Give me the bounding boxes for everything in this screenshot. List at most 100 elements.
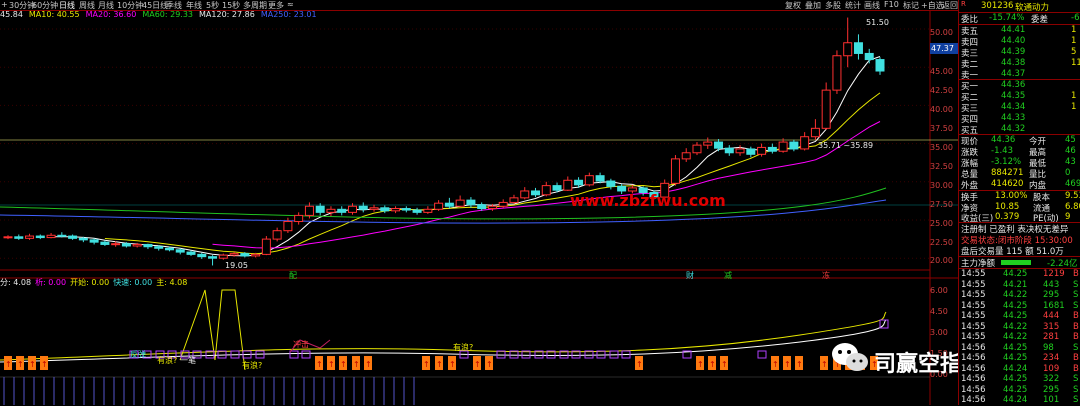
bid-price: 44.34	[1001, 102, 1026, 112]
tick-volume: 234	[1043, 353, 1060, 363]
price-flag-label: 47.37	[931, 44, 954, 53]
tick-time: 14:56	[961, 395, 986, 405]
quote-row: 换手13.00%股本9.53	[959, 191, 1080, 203]
signal-box	[217, 350, 227, 359]
signal-box	[596, 350, 606, 359]
signal-box	[289, 350, 299, 359]
up-arrow-icon: ↑	[821, 360, 828, 369]
candle-body	[692, 144, 702, 154]
quote-row: 卖五 44.41 1	[959, 25, 1080, 37]
candle-body	[143, 243, 153, 248]
candle-body	[132, 243, 142, 247]
r-badge: R	[961, 0, 966, 8]
candle-body	[14, 236, 24, 239]
candle-body	[111, 243, 121, 246]
candle-body	[595, 175, 605, 182]
stat-value: 10.85	[995, 201, 1020, 212]
ask-volume: 1	[1071, 25, 1077, 35]
stock-code[interactable]: 301236	[981, 1, 1013, 11]
up-arrow-icon: ↑	[697, 360, 704, 369]
candle-body	[46, 234, 56, 239]
up-arrow-icon: ↑	[365, 360, 372, 369]
candle-body	[229, 253, 239, 256]
candles	[3, 17, 885, 266]
tick-direction: B	[1073, 332, 1079, 342]
axis-label: 42.50	[930, 86, 953, 95]
tick-volume: 101	[1043, 395, 1060, 405]
up-arrow-icon: ↑	[340, 360, 347, 369]
tick-time: 14:55	[961, 279, 986, 290]
kline-chart[interactable]: ↑↑↑↑↑↑↑↑↑↑↑↑↑↑↑↑↑↑↑↑↑↑↑↑↑↑	[0, 0, 958, 405]
event-marker[interactable]: 配	[289, 270, 297, 281]
bid-price: 44.32	[1001, 124, 1026, 134]
quote-row: 买四 44.33	[959, 113, 1080, 125]
candle-body	[810, 127, 820, 138]
quote-row: 14:55 44.22 315 B	[959, 322, 1080, 333]
quote-row: 现价 44.36 今开 45	[959, 135, 1080, 147]
candle-body	[864, 52, 874, 61]
candle-body	[304, 205, 314, 216]
up-arrow-icon: ↑	[316, 360, 323, 369]
axis-label: 20.00	[930, 256, 953, 265]
candle-body	[391, 208, 401, 212]
candle-body	[541, 185, 551, 196]
high-annotation: 51.50	[866, 18, 889, 27]
price-axis: 50.00 47.37 45.00 42.50 40.00 37.50 35.0…	[930, 0, 958, 270]
up-arrow-icon: ↑	[721, 360, 728, 369]
quote-row: 14:56 44.25 98 S	[959, 343, 1080, 354]
tick-time: 14:55	[961, 269, 986, 279]
stat-value: 0.379	[995, 212, 1020, 222]
tick-time: 14:56	[961, 363, 986, 374]
ind-label: 反弹	[130, 350, 146, 359]
tick-volume: 281	[1043, 332, 1060, 342]
ind-label: 有浪?	[453, 343, 474, 352]
ind-label: 有浪?	[157, 356, 178, 365]
candle-body	[315, 205, 325, 213]
stat-value: 44.36	[991, 135, 1016, 145]
candle-body	[563, 179, 573, 191]
ask-volume: 1	[1071, 36, 1077, 46]
axis-label: 40.00	[930, 105, 953, 114]
candle-body	[369, 207, 379, 210]
candle-body	[531, 190, 541, 196]
candle-body	[100, 241, 110, 245]
tick-time: 14:56	[961, 374, 986, 384]
axis-label: 32.50	[930, 162, 953, 171]
candle-body	[347, 205, 357, 213]
quote-row: 涨幅 -3.12% 最低 43	[959, 157, 1080, 169]
tick-time: 14:55	[961, 321, 986, 332]
candle-body	[434, 202, 444, 210]
ask-price: 44.41	[1001, 25, 1026, 35]
indicator-legend: 分: 4.08 析: 0.00 开始: 0.00 快速: 0.00 主: 4.08	[0, 277, 191, 288]
ind-value: 析: 0.00	[35, 278, 67, 287]
weicha-value: -6	[1071, 13, 1080, 23]
event-marker[interactable]: 财	[686, 270, 694, 281]
candle-body	[832, 55, 842, 91]
candle-body	[35, 235, 45, 239]
candle-body	[584, 175, 594, 186]
tick-time: 14:55	[961, 332, 986, 342]
candle-body	[412, 209, 422, 213]
candle-body	[294, 214, 304, 223]
tick-direction: S	[1073, 300, 1079, 311]
up-arrow-icon: ↑	[423, 360, 430, 369]
ind-label: 一笔	[180, 356, 196, 365]
candle-body	[789, 141, 799, 150]
candle-body	[552, 185, 562, 191]
candle-body	[164, 247, 174, 251]
event-marker[interactable]: 减	[724, 270, 732, 281]
candle-body	[444, 202, 454, 207]
candle-body	[800, 136, 810, 150]
quote-row: 14:56 44.24 109 B	[959, 364, 1080, 375]
ind-value: 快速: 0.00	[113, 278, 153, 287]
up-arrow-icon: ↑	[796, 360, 803, 369]
candle-body	[3, 236, 13, 239]
candle-body	[272, 230, 282, 240]
quote-row: 涨跌 -1.43 最高 46	[959, 146, 1080, 158]
candle-body	[175, 249, 185, 253]
axis-label: 27.50	[930, 200, 953, 209]
quote-row: 卖三 44.39 5	[959, 47, 1080, 59]
candle-body	[78, 237, 88, 241]
quote-row: 外盘414620内盘4696	[959, 179, 1080, 191]
event-marker[interactable]: 冻	[822, 270, 830, 281]
